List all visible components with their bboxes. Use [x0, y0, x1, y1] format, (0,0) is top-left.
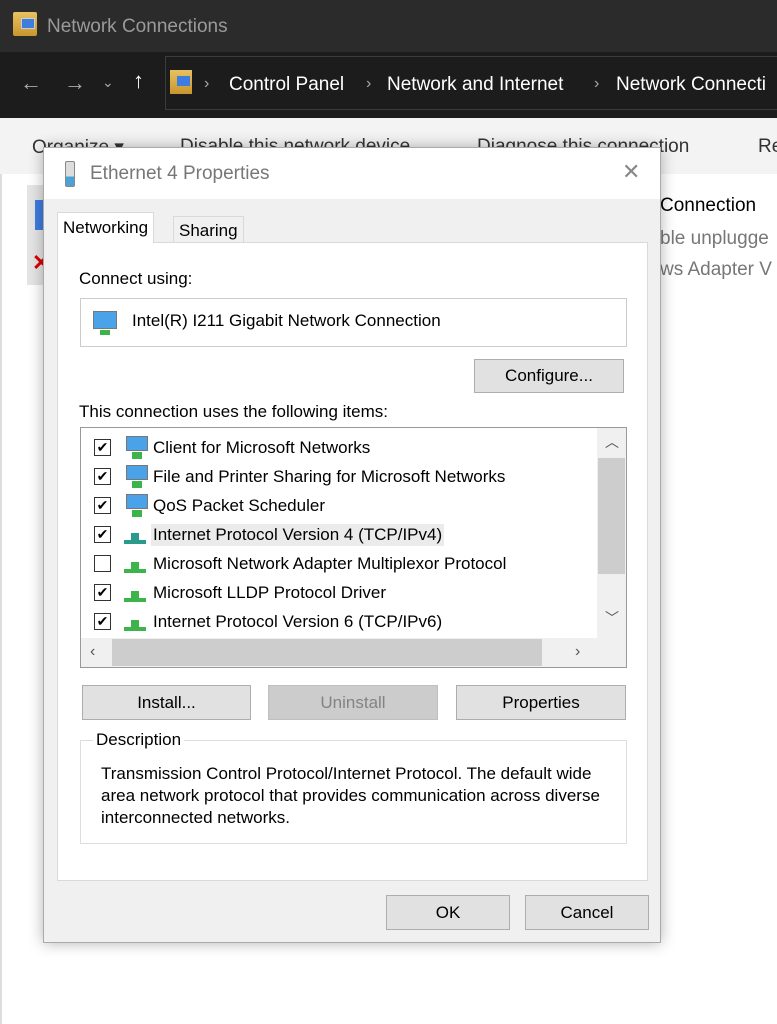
- description-text: Transmission Control Protocol/Internet P…: [101, 764, 600, 827]
- chevron-right-icon: ›: [204, 75, 210, 92]
- network-service-icon: [122, 493, 148, 518]
- scroll-right-icon[interactable]: ›: [575, 643, 580, 661]
- window-titlebar: Network Connections: [0, 0, 777, 52]
- connection-status: ble unplugge: [660, 228, 769, 249]
- list-item[interactable]: ✔ Internet Protocol Version 4 (TCP/IPv4): [81, 520, 581, 549]
- list-item[interactable]: ✔ File and Printer Sharing for Microsoft …: [81, 462, 581, 491]
- dialog-title: Ethernet 4 Properties: [90, 163, 270, 184]
- ethernet-icon: [65, 161, 75, 187]
- items-label: This connection uses the following items…: [79, 402, 388, 421]
- breadcrumb-control-panel[interactable]: Control Panel: [229, 74, 344, 96]
- vertical-scroll-thumb[interactable]: [598, 458, 625, 574]
- item-checkbox[interactable]: ✔: [94, 468, 111, 485]
- dialog-titlebar: Ethernet 4 Properties ✕: [44, 148, 660, 199]
- item-checkbox[interactable]: ✔: [94, 497, 111, 514]
- window-border: [0, 174, 2, 1024]
- network-folder-icon: [13, 12, 37, 36]
- item-label: Internet Protocol Version 6 (TCP/IPv6): [153, 611, 443, 631]
- connection-name: Connection: [660, 195, 757, 216]
- navigation-bar: ← → ⌄ ↑ › Control Panel › Network and In…: [0, 52, 777, 118]
- item-checkbox[interactable]: ✔: [94, 613, 111, 630]
- protocol-icon: [122, 552, 148, 576]
- protocol-icon: [122, 581, 148, 605]
- breadcrumb-network-connections[interactable]: Network Connecti: [616, 74, 766, 96]
- vertical-scrollbar[interactable]: ︿ ﹀: [597, 428, 626, 638]
- connection-adapter: ws Adapter V: [660, 259, 772, 280]
- description-group: Description Transmission Control Protoco…: [80, 730, 627, 844]
- properties-button[interactable]: Properties: [456, 685, 626, 720]
- list-item[interactable]: ✔ QoS Packet Scheduler: [81, 491, 581, 520]
- item-label: Microsoft Network Adapter Multiplexor Pr…: [153, 553, 507, 573]
- list-item[interactable]: ✔ Internet Protocol Version 6 (TCP/IPv6): [81, 607, 581, 636]
- breadcrumb-network-internet[interactable]: Network and Internet: [387, 74, 563, 96]
- configure-button[interactable]: Configure...: [474, 359, 624, 393]
- adapter-name: Intel(R) I211 Gigabit Network Connection: [132, 311, 441, 330]
- network-folder-icon: [170, 70, 192, 94]
- scroll-up-icon[interactable]: ︿: [605, 432, 619, 452]
- item-checkbox[interactable]: ✔: [94, 526, 111, 543]
- chevron-right-icon: ›: [366, 75, 372, 92]
- forward-icon[interactable]: →: [64, 70, 86, 96]
- networking-panel: Connect using: Intel(R) I211 Gigabit Net…: [57, 242, 648, 881]
- item-label: QoS Packet Scheduler: [153, 495, 325, 515]
- network-adapter-icon: [93, 311, 117, 335]
- list-item[interactable]: Microsoft Network Adapter Multiplexor Pr…: [81, 549, 581, 578]
- close-icon[interactable]: ✕: [622, 159, 640, 185]
- network-service-icon: [122, 464, 148, 489]
- item-label: Internet Protocol Version 4 (TCP/IPv4): [151, 523, 445, 546]
- adapter-field: Intel(R) I211 Gigabit Network Connection: [80, 298, 627, 347]
- item-checkbox[interactable]: ✔: [94, 439, 111, 456]
- tab-sharing[interactable]: Sharing: [173, 216, 244, 243]
- description-label: Description: [93, 730, 185, 750]
- uninstall-button: Uninstall: [268, 685, 438, 720]
- horizontal-scrollbar[interactable]: ‹ ›: [81, 638, 626, 667]
- back-icon[interactable]: ←: [20, 70, 42, 96]
- item-checkbox[interactable]: ✔: [94, 584, 111, 601]
- items-list: ✔ Client for Microsoft Networks ✔ File and …: [80, 427, 627, 668]
- scroll-down-icon[interactable]: ﹀: [605, 608, 619, 628]
- item-label: Client for Microsoft Networks: [153, 437, 371, 457]
- connect-using-label: Connect using:: [79, 269, 193, 288]
- install-button[interactable]: Install...: [82, 685, 251, 720]
- ok-button[interactable]: OK: [386, 895, 510, 930]
- list-item[interactable]: ✔ Client for Microsoft Networks: [81, 433, 581, 462]
- scroll-left-icon[interactable]: ‹: [90, 643, 95, 661]
- tab-networking[interactable]: Networking: [57, 212, 155, 243]
- recent-dropdown-icon[interactable]: ⌄: [102, 74, 114, 91]
- cancel-button[interactable]: Cancel: [525, 895, 649, 930]
- horizontal-scroll-thumb[interactable]: [112, 639, 542, 666]
- item-label: Microsoft LLDP Protocol Driver: [153, 582, 387, 602]
- protocol-icon: [122, 610, 148, 634]
- network-client-icon: [122, 435, 148, 460]
- chevron-right-icon: ›: [594, 75, 600, 92]
- item-checkbox[interactable]: [94, 555, 111, 572]
- up-icon[interactable]: ↑: [133, 68, 144, 94]
- rename-button[interactable]: Re: [758, 136, 777, 158]
- address-bar[interactable]: › Control Panel › Network and Internet ›…: [165, 56, 777, 110]
- item-label: File and Printer Sharing for Microsoft N…: [153, 466, 506, 486]
- protocol-icon: [122, 523, 148, 547]
- properties-dialog: Ethernet 4 Properties ✕ Networking Shari…: [43, 147, 661, 943]
- list-item[interactable]: ✔ Microsoft LLDP Protocol Driver: [81, 578, 581, 607]
- window-title: Network Connections: [47, 16, 228, 37]
